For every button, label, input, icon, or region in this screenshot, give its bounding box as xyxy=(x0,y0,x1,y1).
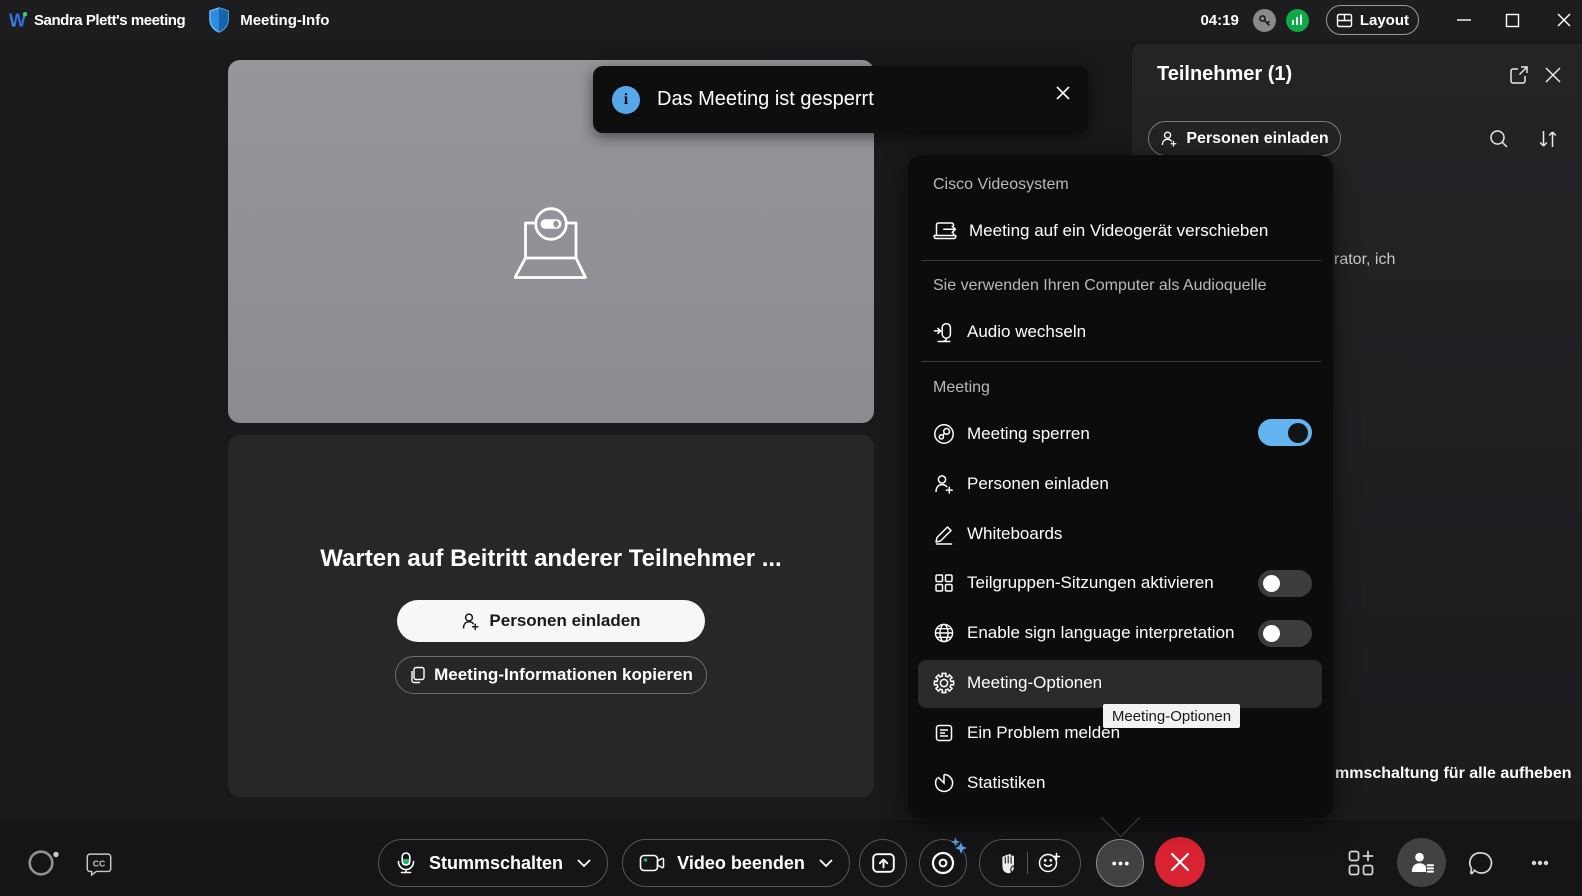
svg-text:CC: CC xyxy=(93,859,106,869)
